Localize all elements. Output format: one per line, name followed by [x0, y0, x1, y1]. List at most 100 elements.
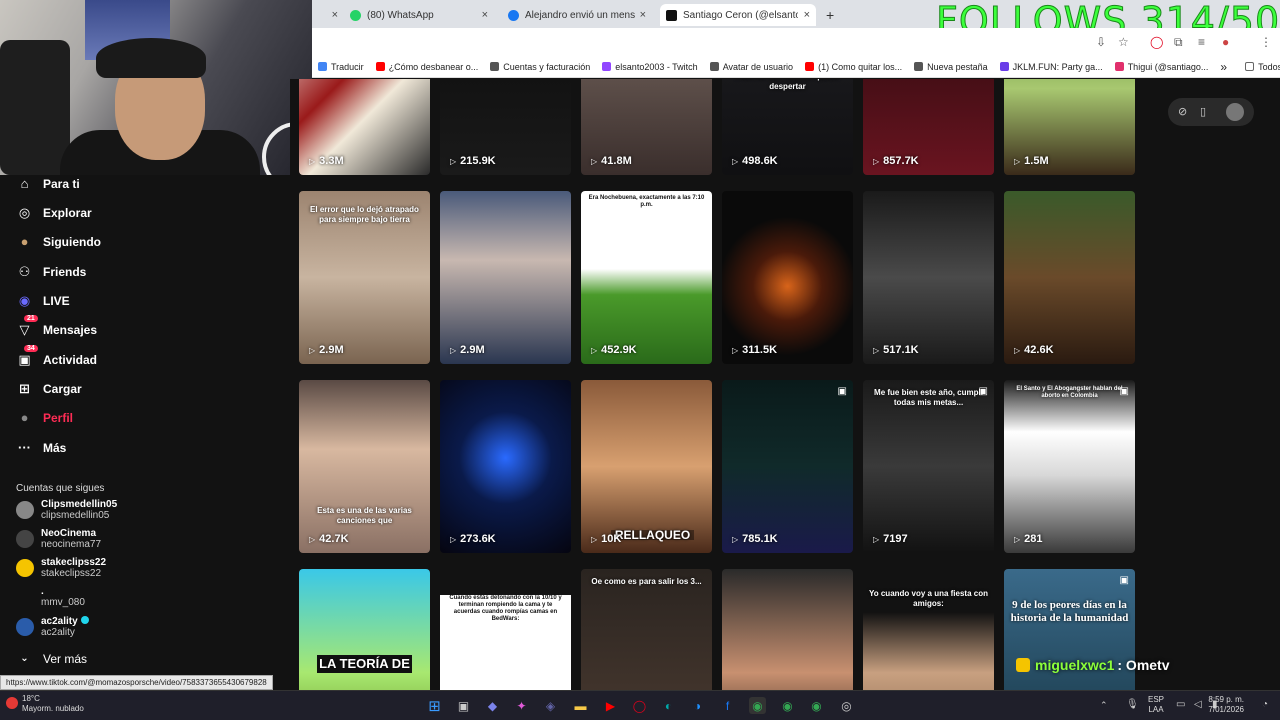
video-thumbnail[interactable]: Era Nochebuena, exactamente a las 7:10 p…: [581, 191, 712, 364]
video-thumbnail[interactable]: favor, por favor.▷41.8M: [581, 79, 712, 175]
obs-icon[interactable]: ◎: [838, 697, 855, 714]
file-explorer-icon[interactable]: ▬: [572, 697, 589, 714]
play-icon: ▷: [591, 534, 598, 544]
volume-icon[interactable]: ◁: [1194, 699, 1202, 710]
view-count: ▷ 2.9M: [309, 344, 344, 356]
photo-post-icon: ▣: [837, 386, 847, 397]
sidebar-item-live[interactable]: ◉ LIVE: [16, 292, 70, 309]
notifications-icon[interactable]: ◔: [1262, 699, 1268, 710]
close-icon[interactable]: ×: [804, 9, 810, 21]
video-thumbnail[interactable]: [722, 569, 853, 690]
bookmark-item[interactable]: (1) Como quitar los...: [805, 62, 902, 72]
bookmark-item[interactable]: Cuentas y facturación: [490, 62, 590, 72]
video-thumbnail[interactable]: Esta es una de las varias canciones que ▷…: [299, 380, 430, 553]
video-thumbnail[interactable]: LA TEORÍA DE: [299, 569, 430, 690]
new-tab-button[interactable]: +: [820, 4, 840, 26]
bookmark-favicon-icon: [1114, 62, 1124, 71]
bookmark-item[interactable]: Traducir: [318, 62, 364, 72]
bookmark-item[interactable]: Nueva pestaña: [914, 62, 988, 72]
bookmark-item[interactable]: ¿Cómo desbanear o...: [375, 62, 478, 72]
weather-widget[interactable]: 18°C Mayorm. nublado: [22, 694, 84, 714]
tab-facebook[interactable]: Alejandro envió un mensaje a ... ×: [502, 4, 652, 26]
video-thumbnail[interactable]: Pero no can cuando quiero despertar ▷498.…: [722, 79, 853, 175]
network-icon[interactable]: ▭: [1176, 699, 1185, 710]
edge-icon[interactable]: ◐: [660, 697, 677, 714]
sidebar-item-perfil[interactable]: ● Perfil: [16, 409, 73, 426]
opera-extension-icon[interactable]: ◯: [1150, 35, 1163, 49]
video-thumbnail[interactable]: RELLAQUEO ▷ 10K: [581, 380, 712, 553]
bookmark-item[interactable]: JKLM.FUN: Party ga...: [999, 62, 1103, 72]
chrome-icon[interactable]: ◉: [749, 697, 766, 714]
video-grid: ▷3.3MLas más lindas de Popayan 😋😋▷215.9K…: [290, 79, 1280, 690]
video-thumbnail[interactable]: ▷ 1.5M: [1004, 79, 1135, 175]
video-thumbnail[interactable]: ▷ 517.1K: [863, 191, 994, 364]
sidebar-item-explorar[interactable]: ◎ Explorar: [16, 204, 92, 221]
view-count: ▷ 281: [1014, 533, 1043, 545]
sidebar-item-siguiendo[interactable]: ● Siguiendo: [16, 233, 101, 250]
chrome-profile-icon[interactable]: ◉: [808, 697, 825, 714]
bookmark-item[interactable]: Avatar de usuario: [709, 62, 793, 72]
tray-chevron-icon[interactable]: ⌃: [1100, 700, 1108, 711]
teams-work-icon[interactable]: ◈: [542, 697, 559, 714]
language-indicator[interactable]: ESP LAA: [1148, 695, 1164, 715]
sidebar-item-mensajes[interactable]: ▽ 21 Mensajes: [16, 315, 97, 338]
task-view-icon[interactable]: ▣: [455, 697, 472, 714]
bookmark-star-icon[interactable]: ☆: [1118, 35, 1129, 49]
sidebar-item-cargar[interactable]: ⊞ Cargar: [16, 380, 82, 397]
install-app-icon[interactable]: ⇩: [1096, 35, 1106, 49]
phone-icon[interactable]: ▯: [1200, 105, 1206, 118]
microphone-icon[interactable]: 🎙: [1126, 699, 1139, 710]
sidebar-item-para-ti[interactable]: ⌂ Para ti: [16, 175, 80, 192]
opera-icon[interactable]: ◯: [631, 697, 648, 714]
start-windows-icon[interactable]: ⊞: [426, 697, 443, 715]
close-icon[interactable]: ×: [640, 9, 646, 21]
bookmark-item[interactable]: Thigui (@santiago...: [1114, 62, 1208, 72]
video-thumbnail[interactable]: ▷ 311.5K: [722, 191, 853, 364]
followed-account[interactable]: ac2ality ac2ality: [16, 616, 89, 638]
avatar[interactable]: [1226, 103, 1244, 121]
weather-alert-icon[interactable]: [6, 697, 18, 709]
edge-dev-icon[interactable]: ◑: [689, 697, 706, 714]
copilot-icon[interactable]: ✦: [513, 697, 530, 714]
sidebar-item-actividad[interactable]: ▣ 34 Actividad: [16, 345, 97, 368]
video-thumbnail[interactable]: ▷ 273.6K: [440, 380, 571, 553]
followed-account[interactable]: stakeclipss22 stakeclipss22: [16, 557, 106, 579]
close-icon[interactable]: ×: [482, 9, 488, 21]
tab-whatsapp[interactable]: (80) WhatsApp ×: [344, 4, 494, 26]
view-count: ▷ 498.6K: [732, 155, 778, 167]
browser-menu-icon[interactable]: ⋮: [1260, 35, 1272, 49]
tab-tiktok-active[interactable]: Santiago Ceron (@elsanto2003 ... ×: [660, 4, 816, 26]
tab-overflow[interactable]: ×: [314, 4, 344, 26]
video-thumbnail[interactable]: ▣ ▷ 785.1K: [722, 380, 853, 553]
video-thumbnail[interactable]: Cuando estás detonando con la 10/10 y te…: [440, 569, 571, 690]
profile-avatar-icon[interactable]: ●: [1222, 35, 1229, 49]
teams-icon[interactable]: ◆: [484, 697, 501, 714]
sidebar-item-friends[interactable]: ⚇ Friends: [16, 263, 87, 280]
followed-account[interactable]: . mmv_080: [16, 586, 85, 608]
video-thumbnail[interactable]: ▷ 2.9M: [440, 191, 571, 364]
video-thumbnail[interactable]: Oe como es para salir los 3...: [581, 569, 712, 690]
youtube-icon[interactable]: ▶: [602, 697, 619, 714]
video-thumbnail[interactable]: ▷ 3.3M: [299, 79, 430, 175]
video-thumbnail[interactable]: Me fue bien este año, cumplí todas mis m…: [863, 380, 994, 553]
extensions-icon[interactable]: ⧉: [1174, 35, 1183, 50]
record-icon[interactable]: ⊘: [1178, 105, 1187, 118]
facebook-icon[interactable]: f: [719, 697, 736, 714]
video-thumbnail[interactable]: El error que lo dejó atrapado para siemp…: [299, 191, 430, 364]
close-icon[interactable]: ×: [332, 9, 338, 21]
followed-account[interactable]: NeoCinema neocinema77: [16, 528, 101, 550]
all-favorites-folder[interactable]: Todos los favoritos: [1245, 62, 1280, 72]
video-thumbnail[interactable]: Tiradera de Piro (Rip Kris r):▷857.7K: [863, 79, 994, 175]
video-thumbnail[interactable]: ▷ 42.6K: [1004, 191, 1135, 364]
reading-list-icon[interactable]: ≡: [1198, 35, 1205, 49]
video-thumbnail[interactable]: El Santo y El Abogangster hablan del abo…: [1004, 380, 1135, 553]
followed-account[interactable]: Clipsmedellin05 clipsmedellin05: [16, 499, 117, 521]
more-bookmarks-icon[interactable]: »: [1220, 60, 1227, 74]
sidebar-item-m-s[interactable]: ··· Más: [16, 439, 66, 456]
chrome-profile-icon[interactable]: ◉: [779, 697, 796, 714]
video-thumbnail[interactable]: Yo cuando voy a una fiesta con amigos:: [863, 569, 994, 690]
video-thumbnail[interactable]: Las más lindas de Popayan 😋😋▷215.9K: [440, 79, 571, 175]
clock[interactable]: 8:59 p. m. 7/01/2026: [1208, 695, 1244, 715]
see-more-button[interactable]: ⌄ Ver más: [16, 650, 87, 667]
bookmark-item[interactable]: elsanto2003 - Twitch: [602, 62, 698, 72]
